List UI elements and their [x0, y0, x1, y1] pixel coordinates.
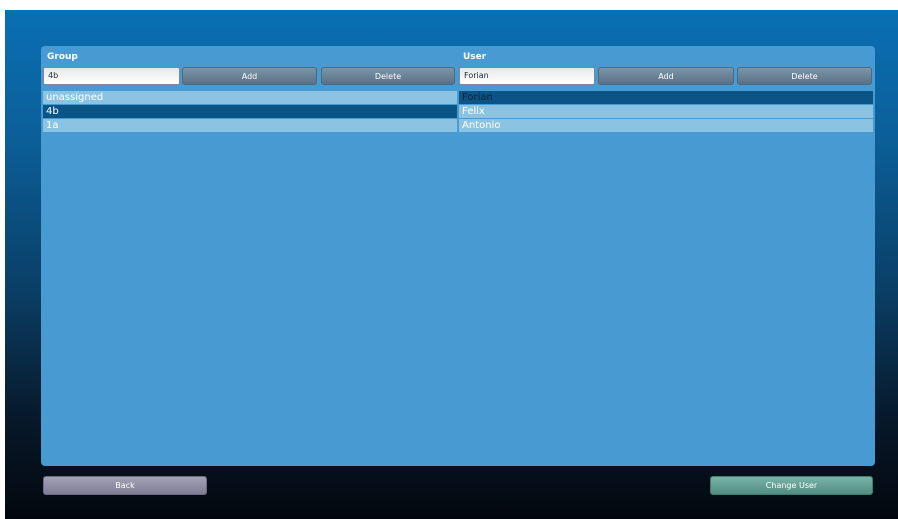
group-name-input[interactable]: 4b: [43, 67, 180, 85]
change-user-button[interactable]: Change User: [710, 476, 873, 495]
app-window: Group 4b Add Delete unassigned 4b 1a Use…: [5, 10, 898, 519]
user-list: Forian Felix Antonio: [459, 91, 873, 133]
user-name-input[interactable]: Forian: [459, 67, 595, 85]
group-list-item-selected[interactable]: 4b: [43, 105, 457, 118]
user-list-item-selected[interactable]: Forian: [459, 91, 873, 104]
group-title: Group: [47, 52, 78, 62]
user-title: User: [463, 52, 487, 62]
group-delete-button[interactable]: Delete: [321, 67, 455, 85]
group-list-item[interactable]: unassigned: [43, 91, 457, 104]
user-list-item[interactable]: Antonio: [459, 119, 873, 132]
user-delete-button[interactable]: Delete: [737, 67, 872, 85]
group-add-button[interactable]: Add: [182, 67, 317, 85]
back-button[interactable]: Back: [43, 476, 207, 495]
group-list: unassigned 4b 1a: [43, 91, 457, 133]
user-list-item[interactable]: Felix: [459, 105, 873, 118]
management-panel: Group 4b Add Delete unassigned 4b 1a Use…: [41, 46, 875, 466]
group-list-item[interactable]: 1a: [43, 119, 457, 132]
user-add-button[interactable]: Add: [598, 67, 734, 85]
